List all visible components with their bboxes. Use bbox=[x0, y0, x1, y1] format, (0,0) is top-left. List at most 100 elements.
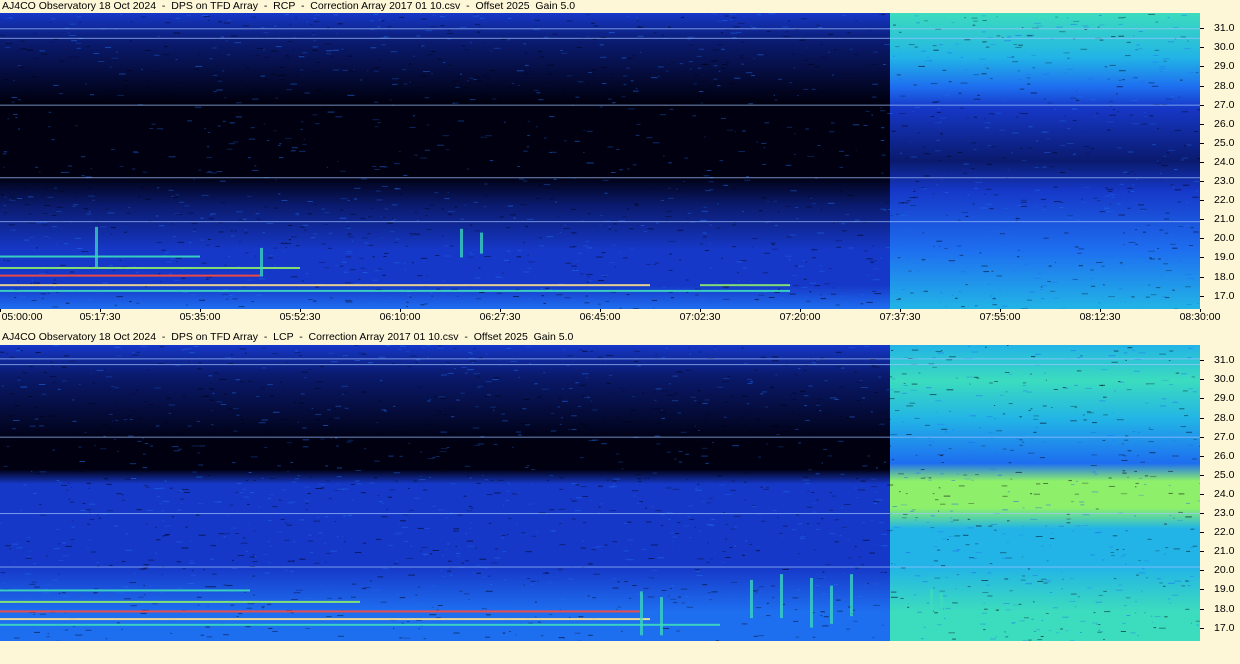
noise-speck bbox=[1138, 48, 1143, 50]
noise-speck bbox=[1188, 444, 1194, 446]
noise-speck bbox=[1113, 97, 1117, 99]
noise-speck bbox=[992, 301, 994, 303]
noise-speck bbox=[79, 461, 86, 462]
noise-speck bbox=[523, 180, 528, 182]
noise-speck bbox=[259, 278, 265, 280]
noise-speck bbox=[473, 466, 481, 467]
noise-speck bbox=[110, 66, 112, 68]
noise-speck bbox=[30, 283, 32, 284]
noise-speck bbox=[593, 464, 598, 465]
noise-speck bbox=[208, 375, 213, 377]
noise-speck bbox=[754, 299, 759, 301]
noise-speck bbox=[1169, 466, 1172, 467]
noise-speck bbox=[1118, 79, 1122, 81]
noise-speck bbox=[68, 165, 73, 167]
noise-speck bbox=[117, 622, 120, 624]
noise-speck bbox=[1085, 226, 1087, 227]
noise-speck bbox=[688, 505, 693, 507]
noise-speck bbox=[132, 168, 136, 170]
noise-speck bbox=[557, 100, 559, 102]
noise-speck bbox=[193, 228, 196, 230]
noise-speck bbox=[599, 106, 603, 108]
noise-speck bbox=[1135, 482, 1139, 484]
noise-speck bbox=[442, 135, 449, 137]
noise-speck bbox=[906, 200, 911, 202]
noise-speck bbox=[584, 495, 587, 497]
noise-speck bbox=[367, 233, 371, 235]
noise-speck bbox=[507, 482, 511, 484]
noise-speck bbox=[229, 363, 234, 365]
noise-speck bbox=[519, 603, 523, 605]
noise-speck bbox=[1075, 480, 1079, 482]
noise-speck bbox=[1044, 372, 1046, 374]
noise-speck bbox=[842, 14, 846, 16]
noise-speck bbox=[513, 430, 520, 432]
noise-speck bbox=[823, 616, 829, 618]
noise-speck bbox=[1117, 203, 1121, 205]
noise-speck bbox=[260, 386, 266, 388]
noise-speck bbox=[155, 527, 157, 528]
noise-speck bbox=[0, 572, 6, 574]
noise-speck bbox=[1031, 55, 1036, 57]
post-change-region bbox=[890, 13, 1200, 309]
noise-speck bbox=[1103, 638, 1105, 640]
noise-speck bbox=[723, 378, 730, 379]
noise-speck bbox=[391, 204, 398, 206]
noise-speck bbox=[958, 485, 965, 487]
noise-speck bbox=[587, 595, 590, 597]
noise-speck bbox=[429, 614, 437, 616]
noise-speck bbox=[791, 411, 794, 413]
noise-speck bbox=[1001, 485, 1008, 487]
noise-speck bbox=[1111, 361, 1118, 363]
noise-speck bbox=[58, 60, 65, 62]
noise-speck bbox=[47, 633, 50, 635]
noise-speck bbox=[729, 547, 733, 548]
noise-speck bbox=[244, 591, 247, 593]
noise-speck bbox=[880, 110, 886, 112]
noise-speck bbox=[685, 279, 689, 281]
burst-feature bbox=[95, 226, 98, 267]
noise-speck bbox=[359, 609, 366, 610]
noise-speck bbox=[1155, 21, 1159, 23]
noise-speck bbox=[536, 92, 541, 94]
noise-speck bbox=[81, 175, 85, 177]
noise-speck bbox=[857, 400, 860, 401]
noise-speck bbox=[256, 218, 261, 220]
noise-speck bbox=[786, 103, 791, 105]
noise-speck bbox=[713, 78, 718, 80]
noise-speck bbox=[327, 121, 335, 123]
noise-speck bbox=[743, 424, 747, 426]
noise-speck bbox=[206, 276, 213, 278]
noise-speck bbox=[315, 123, 320, 125]
noise-speck bbox=[466, 540, 473, 542]
noise-speck bbox=[1084, 134, 1086, 136]
noise-speck bbox=[1125, 530, 1128, 532]
noise-speck bbox=[536, 531, 538, 533]
noise-speck bbox=[211, 573, 217, 575]
noise-speck bbox=[324, 43, 332, 45]
noise-speck bbox=[570, 498, 572, 500]
noise-speck bbox=[234, 163, 242, 165]
noise-speck bbox=[946, 389, 954, 391]
noise-speck bbox=[926, 602, 930, 604]
noise-speck bbox=[405, 245, 408, 247]
noise-speck bbox=[695, 294, 699, 296]
noise-speck bbox=[944, 576, 949, 578]
noise-speck bbox=[571, 518, 577, 520]
noise-speck bbox=[1134, 174, 1136, 176]
noise-speck bbox=[153, 160, 161, 162]
noise-speck bbox=[116, 632, 123, 634]
noise-speck bbox=[460, 392, 465, 394]
noise-speck bbox=[923, 175, 931, 177]
noise-speck bbox=[963, 474, 968, 476]
noise-speck bbox=[608, 486, 615, 488]
noise-speck bbox=[273, 629, 277, 630]
noise-speck bbox=[1003, 92, 1007, 93]
noise-speck bbox=[226, 514, 229, 516]
noise-speck bbox=[577, 112, 585, 113]
noise-speck bbox=[35, 166, 39, 168]
noise-speck bbox=[730, 19, 733, 20]
noise-speck bbox=[564, 637, 569, 638]
noise-speck bbox=[725, 401, 728, 403]
noise-speck bbox=[805, 419, 810, 421]
